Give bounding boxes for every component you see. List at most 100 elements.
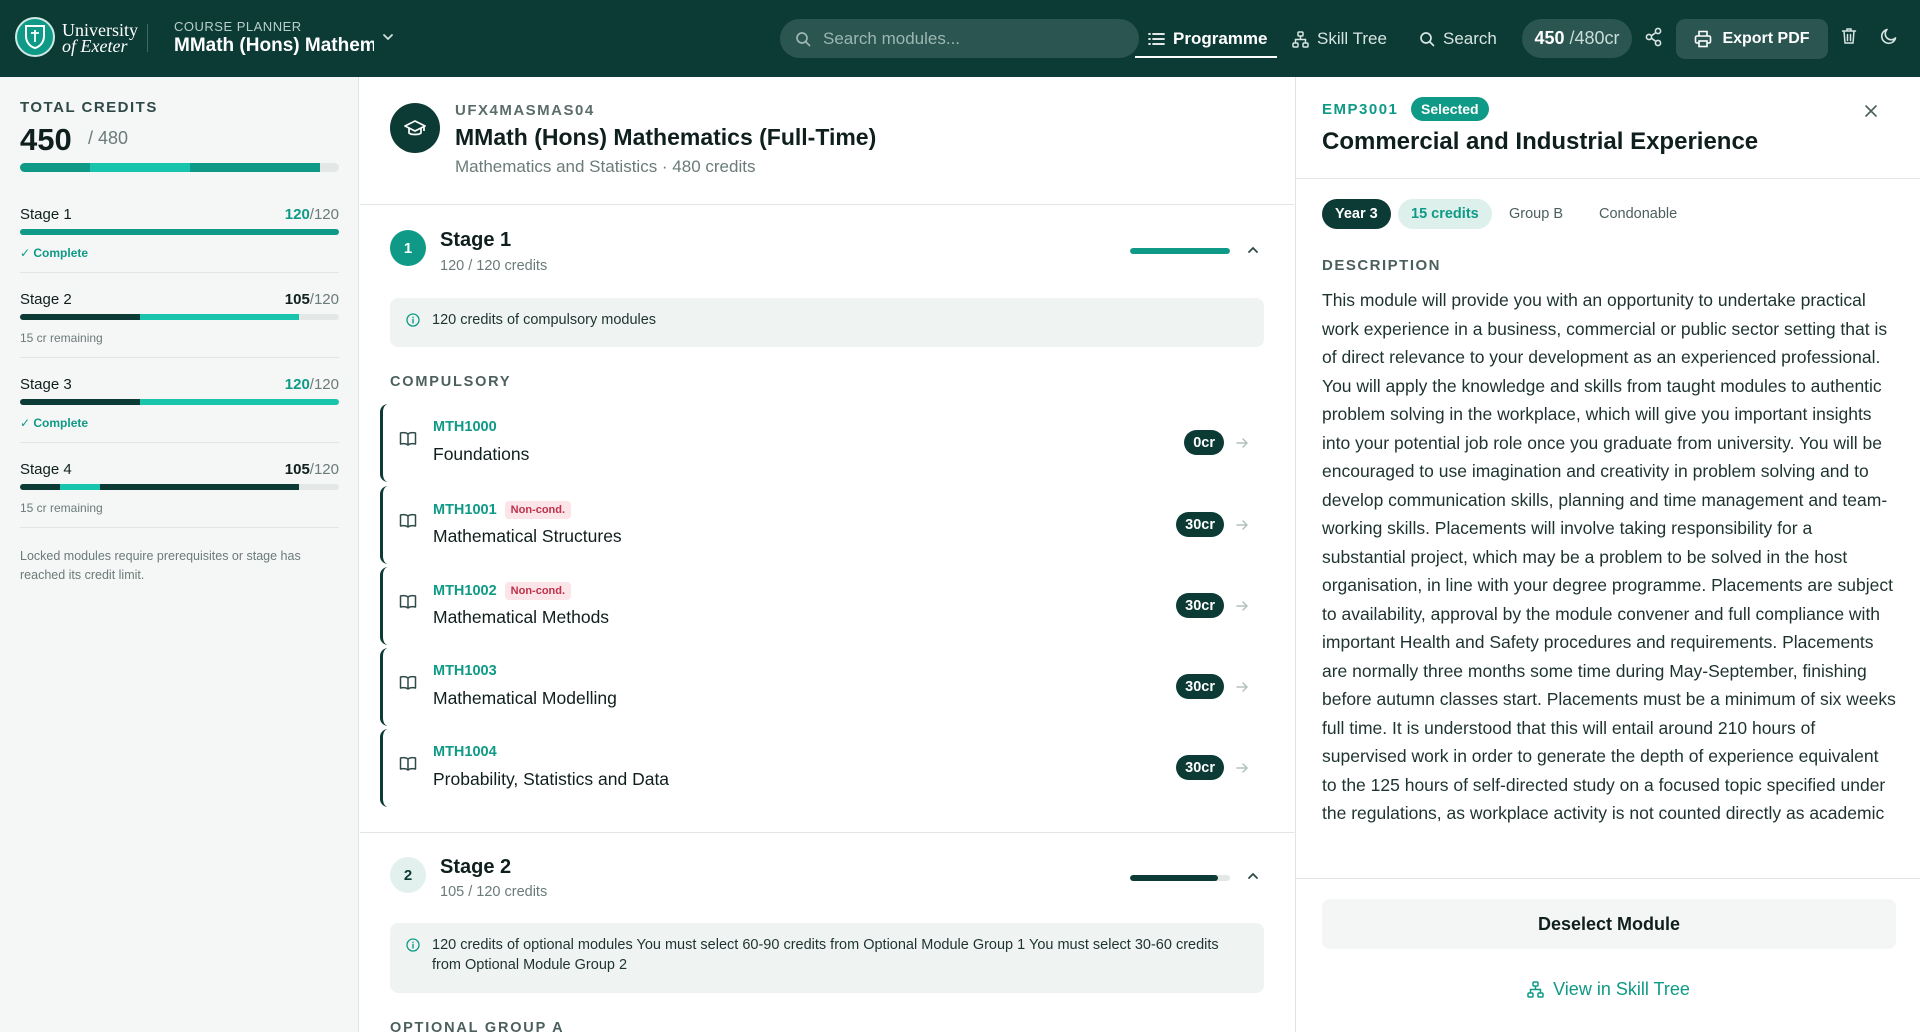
- module-name: Foundations: [433, 444, 530, 464]
- arrow-right-icon[interactable]: [1235, 761, 1249, 775]
- module-card[interactable]: MTH1004 Probability, Statistics and Data…: [380, 729, 1274, 807]
- export-pdf-label: Export PDF: [1722, 30, 1810, 47]
- tab-skill-tree[interactable]: Skill Tree: [1292, 20, 1387, 58]
- trash-icon[interactable]: [1841, 27, 1857, 45]
- info-icon: [406, 935, 420, 952]
- selected-badge: Selected: [1411, 97, 1489, 121]
- module-code: MTH1002: [433, 583, 497, 599]
- stage-title[interactable]: Stage 1: [440, 229, 511, 252]
- module-card[interactable]: MTH1001 Non-cond. Mathematical Structures…: [380, 486, 1274, 564]
- detail-actions: Deselect Module View in Skill Tree: [1296, 878, 1920, 1032]
- stage-name: Stage 3: [20, 376, 72, 393]
- stage-name: Stage 4: [20, 461, 72, 478]
- arrow-right-icon[interactable]: [1235, 518, 1249, 532]
- tab-programme-label: Programme: [1173, 29, 1268, 48]
- stage-name: Stage 2: [20, 291, 72, 308]
- module-name: Mathematical Methods: [433, 607, 610, 627]
- stage-complete-note: ✓ Complete: [20, 416, 89, 430]
- arrow-right-icon[interactable]: [1235, 680, 1249, 694]
- detail-module-title: Commercial and Industrial Experience: [1322, 128, 1759, 155]
- stage-info-box: 120 credits of optional modules You must…: [390, 923, 1264, 993]
- arrow-right-icon[interactable]: [1235, 436, 1249, 450]
- stage-number-badge: 1: [390, 230, 426, 266]
- view-in-skill-tree-link[interactable]: View in Skill Tree: [1296, 979, 1920, 1000]
- skill-tree-icon: [1527, 981, 1544, 998]
- programme-switcher-title[interactable]: MMath (Hons) Mathematics (Full-Time): [174, 35, 374, 57]
- stage-title[interactable]: Stage 2: [440, 856, 511, 879]
- total-credits-label: TOTAL CREDITS: [20, 99, 158, 116]
- dark-mode-moon-icon[interactable]: [1880, 27, 1898, 45]
- stage-number-badge: 2: [390, 857, 426, 893]
- module-card[interactable]: MTH1002 Non-cond. Mathematical Methods 30…: [380, 567, 1274, 645]
- skill-tree-icon: [1292, 30, 1309, 48]
- group-chip: Group B: [1509, 206, 1563, 222]
- stage-progress: [20, 399, 339, 405]
- credits-chip: 15 credits: [1398, 199, 1492, 229]
- tab-programme[interactable]: Programme: [1148, 20, 1267, 58]
- tab-search-label: Search: [1443, 29, 1497, 48]
- book-icon: [399, 675, 417, 691]
- programme-panel: UFX4MASMAS04 MMath (Hons) Mathematics (F…: [360, 77, 1294, 1032]
- chevron-up-icon[interactable]: [1246, 869, 1260, 883]
- stage-credits: 105/120: [284, 461, 339, 478]
- credits-total-max: /480cr: [1569, 28, 1620, 48]
- arrow-right-icon[interactable]: [1235, 599, 1249, 613]
- module-description: This module will provide you with an opp…: [1322, 290, 1896, 823]
- total-credits-progress: [20, 163, 339, 172]
- programme-subtitle: Mathematics and Statistics · 480 credits: [455, 157, 756, 176]
- university-wordmark: University of Exeter: [62, 20, 138, 56]
- stage-remaining-note: 15 cr remaining: [20, 331, 103, 345]
- app-header: University of Exeter COURSE PLANNER MMat…: [0, 0, 1920, 77]
- tab-skill-tree-label: Skill Tree: [1317, 29, 1387, 48]
- module-code: MTH1004: [433, 744, 497, 760]
- university-crest-logo[interactable]: [15, 17, 55, 57]
- module-search[interactable]: [780, 19, 1139, 58]
- module-code: MTH1003: [433, 663, 497, 679]
- active-tab-indicator: [1135, 56, 1277, 58]
- module-card[interactable]: MTH1000 Foundations 0cr: [380, 404, 1274, 482]
- stage-credits: 120/120: [284, 376, 339, 393]
- programme-code: UFX4MASMAS04: [455, 102, 595, 119]
- module-credits-badge: 30cr: [1176, 755, 1224, 780]
- info-icon: [406, 310, 420, 327]
- deselect-module-button[interactable]: Deselect Module: [1322, 899, 1896, 949]
- module-detail-panel: EMP3001 Selected Commercial and Industri…: [1295, 77, 1920, 1032]
- programme-title: MMath (Hons) Mathematics (Full-Time): [455, 124, 877, 150]
- module-card[interactable]: MTH1003 Mathematical Modelling 30cr: [380, 648, 1274, 726]
- stage-info-text: 120 credits of optional modules You must…: [432, 937, 1219, 973]
- search-icon: [795, 31, 811, 47]
- stage-info-text: 120 credits of compulsory modules: [432, 312, 657, 328]
- divider: [360, 832, 1294, 833]
- list-icon: [1148, 32, 1165, 46]
- non-condonable-badge: Non-cond.: [504, 582, 572, 600]
- year-chip: Year 3: [1322, 199, 1391, 229]
- stage-remaining-note: 15 cr remaining: [20, 501, 103, 515]
- stage-credits: 105/120: [284, 291, 339, 308]
- stage-progress-bar: [1130, 248, 1230, 254]
- search-input[interactable]: [823, 28, 1113, 49]
- book-icon: [399, 513, 417, 529]
- module-credits-badge: 30cr: [1176, 674, 1224, 699]
- stage-progress: [20, 484, 339, 490]
- module-name: Mathematical Structures: [433, 526, 622, 546]
- stage-complete-note: ✓ Complete: [20, 246, 89, 260]
- module-code: MTH1001: [433, 502, 497, 518]
- module-credits-badge: 0cr: [1184, 430, 1224, 455]
- module-name: Probability, Statistics and Data: [433, 769, 670, 789]
- search-icon: [1419, 31, 1435, 47]
- stage-name: Stage 1: [20, 206, 72, 223]
- stage-credits: 120/120: [284, 206, 339, 223]
- close-icon[interactable]: [1864, 104, 1878, 118]
- credits-total-badge: 450 /480cr: [1522, 19, 1632, 58]
- locked-modules-note: Locked modules require prerequisites or …: [20, 549, 301, 582]
- tab-search[interactable]: Search: [1419, 20, 1497, 58]
- divider: [20, 442, 339, 443]
- export-pdf-button[interactable]: Export PDF: [1676, 19, 1828, 59]
- book-icon: [399, 756, 417, 772]
- book-icon: [399, 594, 417, 610]
- share-icon[interactable]: [1645, 27, 1663, 47]
- chevron-up-icon[interactable]: [1246, 243, 1260, 257]
- credits-sidebar: TOTAL CREDITS 450 / 480 Stage 1 120/120 …: [0, 77, 359, 1032]
- chevron-down-icon[interactable]: [381, 30, 395, 44]
- header-divider: [147, 24, 148, 52]
